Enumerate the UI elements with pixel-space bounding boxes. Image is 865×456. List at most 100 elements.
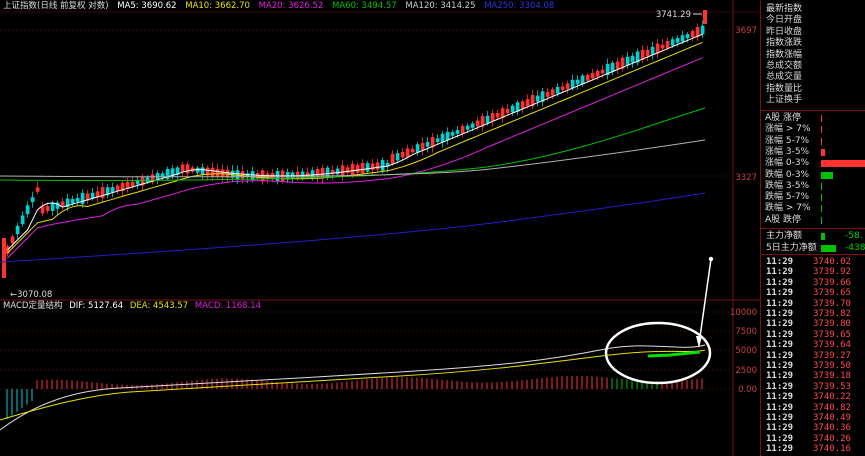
candle-body xyxy=(375,162,380,170)
ma-legend: 上证指数(日线 前复权 对数) MA5: 3690.62 MA10: 3662.… xyxy=(3,1,560,12)
candle-body xyxy=(145,177,150,183)
distribution-bar xyxy=(821,148,825,156)
candle-body xyxy=(15,225,20,234)
kline-chart-area[interactable]: 3697 3327 10000 7500 5000 2500 0.00 3741.29 ←307… xyxy=(0,0,760,456)
candle-body xyxy=(645,49,650,56)
candle-body xyxy=(390,153,395,164)
distribution-row: 跌幅 5-7% xyxy=(761,192,865,203)
candle-body xyxy=(415,144,420,153)
candle-body xyxy=(595,70,600,77)
candle-body xyxy=(703,10,707,24)
macd-legend: MACD定量结构 DIF: 5127.64 DEA: 4543.57 MACD:… xyxy=(3,301,265,312)
stat-label: 今日开盘 xyxy=(766,15,803,26)
distribution-row: 跌幅 0-3% xyxy=(761,170,865,181)
candle-body xyxy=(450,132,455,136)
candle-body xyxy=(560,86,565,90)
candle-body xyxy=(185,164,190,174)
candle-body xyxy=(335,168,340,175)
tick-row[interactable]: 11:29 3740.16 xyxy=(761,444,865,456)
distribution-label: A股 跌停 xyxy=(765,214,802,225)
dif-label: DIF: 5127.64 xyxy=(69,301,124,311)
candle-body xyxy=(590,73,595,79)
distribution-label: 涨幅 3-5% xyxy=(765,146,810,157)
distribution-bar xyxy=(821,205,822,213)
distribution-label: 涨幅 > 7% xyxy=(765,124,811,135)
candle-body xyxy=(485,115,490,123)
candle-body xyxy=(470,123,475,128)
stat-label: 昨日收盘 xyxy=(766,26,803,37)
divider xyxy=(761,254,865,255)
kline-chart-svg[interactable]: 3697 3327 10000 7500 5000 2500 0.00 3741.29 ←307… xyxy=(0,0,760,456)
candle-body xyxy=(535,95,540,102)
distribution-row: 跌幅 3-5% xyxy=(761,181,865,192)
candle-body xyxy=(520,101,525,109)
distribution-label: 跌幅 5-7% xyxy=(765,192,810,203)
macd-axis-label: 5000 xyxy=(735,346,757,356)
flow-bar xyxy=(821,244,837,252)
candle-body xyxy=(315,168,320,179)
distribution-label: 跌幅 > 7% xyxy=(765,203,811,214)
distribution-row: A股 涨停 xyxy=(761,113,865,124)
candle-body xyxy=(320,167,325,179)
candle-body xyxy=(510,105,515,113)
ma5-label: MA5: 3690.62 xyxy=(117,1,177,11)
candle-body xyxy=(220,169,225,177)
distribution-bar xyxy=(821,137,823,145)
distribution-label: 跌幅 3-5% xyxy=(765,180,810,191)
candle-body xyxy=(615,61,620,70)
candle-body xyxy=(680,35,685,42)
candle-body xyxy=(670,39,675,46)
candle-body xyxy=(135,180,140,185)
candle-body xyxy=(515,102,520,112)
candle-body xyxy=(400,151,405,158)
candle-body xyxy=(545,91,550,97)
candle-body xyxy=(475,120,480,127)
distribution-row: 涨幅 5-7% xyxy=(761,136,865,147)
distribution-bar xyxy=(821,126,822,134)
candle-body xyxy=(195,167,200,173)
candle-body xyxy=(110,187,115,193)
candle-body xyxy=(90,192,95,199)
candle-body xyxy=(35,187,40,192)
candle-body xyxy=(130,181,135,187)
divider xyxy=(761,110,865,111)
distribution-bar xyxy=(821,194,822,202)
candle-body xyxy=(365,163,370,172)
candle-body xyxy=(600,69,605,74)
flow-label: 主力净额 xyxy=(766,231,803,241)
candle-body xyxy=(350,163,355,176)
macd-axis-label: 7500 xyxy=(735,327,757,337)
distribution-label: 跌幅 0-3% xyxy=(765,169,810,180)
candle-body xyxy=(250,171,255,180)
candle-body xyxy=(435,138,440,142)
candle-body xyxy=(570,79,575,89)
ma10-label: MA10: 3662.70 xyxy=(185,1,250,11)
tick-time: 11:29 xyxy=(766,444,794,455)
candle-body xyxy=(585,74,590,81)
annotation-dot xyxy=(708,256,714,262)
candle-body xyxy=(565,83,570,89)
candle-body xyxy=(70,199,75,204)
candle-body xyxy=(60,201,65,207)
index-name: 上证指数(日线 前复权 对数) xyxy=(3,1,109,11)
candle-body xyxy=(395,153,400,161)
candle-body xyxy=(455,129,460,134)
macd-highlight-segment xyxy=(647,350,701,358)
distribution-bar xyxy=(821,216,822,224)
candle-body xyxy=(30,197,35,203)
distribution-row: 涨幅 3-5% xyxy=(761,147,865,158)
candle-body xyxy=(420,142,425,150)
high-price-label: 3741.29 xyxy=(656,10,691,20)
stat-label: 指数涨跌 xyxy=(766,38,803,49)
distribution-row: 涨幅 0-3% xyxy=(761,158,865,169)
macd-axis-label: 2500 xyxy=(735,366,757,376)
candle-body xyxy=(440,133,445,143)
candle-body xyxy=(355,164,360,173)
candle-body xyxy=(360,163,365,174)
candle-body xyxy=(50,203,55,211)
flow-label: 5日主力净额 xyxy=(766,242,817,253)
candle-body xyxy=(610,62,615,72)
candle-body xyxy=(405,148,410,157)
stat-label: 指数涨幅 xyxy=(766,49,803,60)
stat-label: 最新指数 xyxy=(766,4,803,14)
